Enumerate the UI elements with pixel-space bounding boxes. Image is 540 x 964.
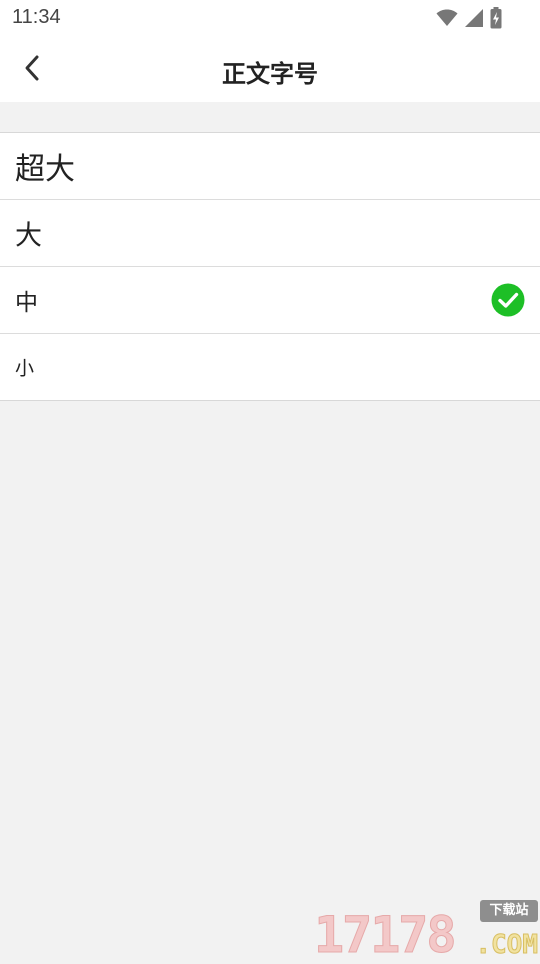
option-label: 大 [15,220,42,252]
watermark-number: 17178 [314,906,458,964]
option-label: 中 [15,290,38,316]
status-icons [436,7,502,29]
status-time: 11:34 [12,6,61,28]
status-bar: 11:34 [0,0,540,36]
battery-charging-icon [490,7,502,29]
check-circle-icon [491,283,525,317]
option-small[interactable]: 小 [0,334,540,400]
font-size-options: 超大 大 中 小 [0,132,540,401]
watermark-badge: 下载站 [480,900,538,922]
page-title: 正文字号 [222,60,318,88]
option-large[interactable]: 大 [0,200,540,267]
option-label: 超大 [15,152,75,187]
watermark-logo: 17178 下载站 .COM [314,898,540,964]
option-medium[interactable]: 中 [0,267,540,334]
option-label: 小 [15,357,35,380]
nav-bar: 正文字号 [0,36,540,102]
cell-signal-icon [465,9,483,27]
section-spacer [0,102,540,132]
watermark-suffix: .COM [475,930,539,960]
wifi-icon [436,9,458,26]
option-extra-large[interactable]: 超大 [0,133,540,200]
